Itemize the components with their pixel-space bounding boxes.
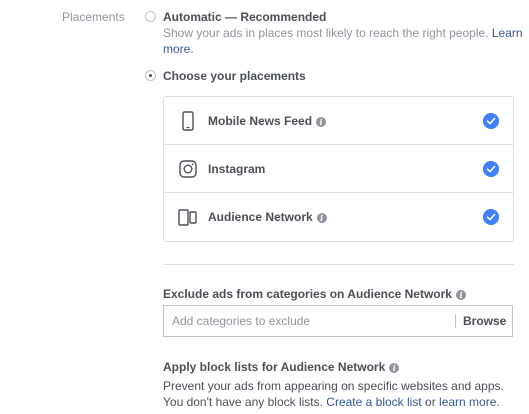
placement-label-text: Mobile News Feed <box>208 114 313 128</box>
automatic-description-text: Show your ads in places most likely to r… <box>163 26 489 40</box>
automatic-description: Show your ads in places most likely to r… <box>163 25 523 57</box>
create-block-list-link[interactable]: Create a block list <box>326 395 421 409</box>
checkmark-icon[interactable] <box>483 113 499 129</box>
instagram-icon <box>179 160 197 178</box>
placement-label: Mobile News Feed i <box>208 114 327 128</box>
placement-row-instagram[interactable]: Instagram <box>164 145 513 193</box>
choose-placements-title[interactable]: Choose your placements <box>163 69 306 83</box>
audience-network-icon <box>178 209 197 226</box>
or-text: or <box>425 395 436 409</box>
exclude-label-text: Exclude ads from categories on Audience … <box>163 287 452 301</box>
block-lists-line2-prefix: You don't have any block lists. <box>163 395 323 409</box>
placements-list: Mobile News Feed i Instagram Audience Net… <box>163 96 514 242</box>
block-lists-line1: Prevent your ads from appearing on speci… <box>163 379 504 393</box>
checkmark-icon[interactable] <box>483 161 499 177</box>
exclude-label: Exclude ads from categories on Audience … <box>163 287 466 301</box>
block-lists-learn-more-link[interactable]: learn more. <box>439 395 500 409</box>
info-icon[interactable]: i <box>316 116 327 127</box>
browse-button[interactable]: Browse <box>463 314 506 328</box>
info-icon[interactable]: i <box>455 289 466 300</box>
block-lists-description: Prevent your ads from appearing on speci… <box>163 378 523 410</box>
block-lists-line2: You don't have any block lists. Create a… <box>163 394 523 410</box>
divider <box>163 264 514 265</box>
placement-label: Audience Network i <box>208 210 327 224</box>
choose-placements-radio[interactable] <box>145 70 156 81</box>
block-lists-label-text: Apply block lists for Audience Network <box>163 360 386 374</box>
placement-label: Instagram <box>208 162 266 176</box>
mobile-phone-icon <box>182 111 194 131</box>
browse-separator <box>455 314 456 328</box>
placement-row-audience-network[interactable]: Audience Network i <box>164 193 513 241</box>
info-icon[interactable]: i <box>316 212 327 223</box>
placement-row-mobile-news-feed[interactable]: Mobile News Feed i <box>164 97 513 145</box>
exclude-categories-box: Browse <box>163 305 513 337</box>
exclude-categories-input[interactable] <box>164 306 465 336</box>
block-lists-label: Apply block lists for Audience Network i <box>163 360 400 374</box>
checkmark-icon[interactable] <box>483 209 499 225</box>
placement-label-text: Audience Network <box>208 210 313 224</box>
automatic-title[interactable]: Automatic — Recommended <box>163 10 326 24</box>
automatic-radio[interactable] <box>145 11 156 22</box>
info-icon[interactable]: i <box>389 362 400 373</box>
section-label: Placements <box>62 10 125 24</box>
